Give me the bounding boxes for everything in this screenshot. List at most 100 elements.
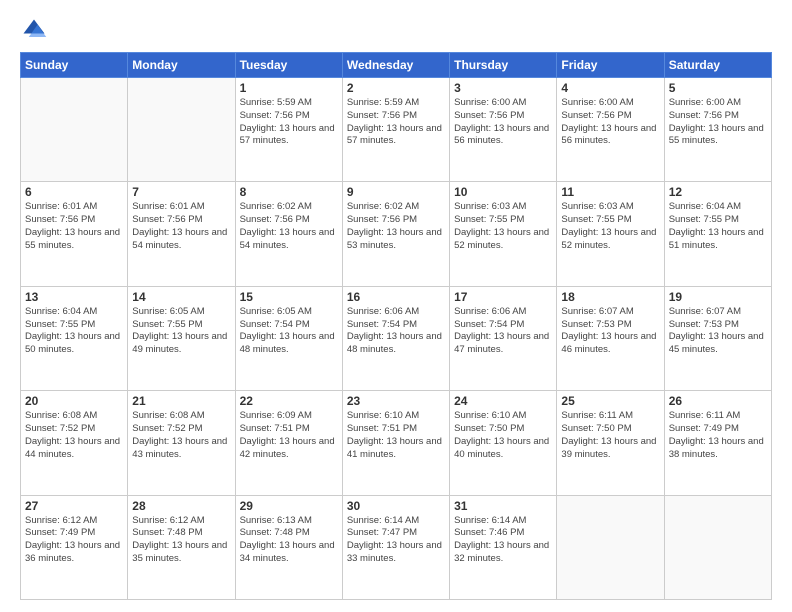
day-number: 27 [25, 499, 123, 513]
day-detail: Sunrise: 6:00 AM Sunset: 7:56 PM Dayligh… [561, 97, 659, 148]
calendar-cell: 18 Sunrise: 6:07 AM Sunset: 7:53 PM Dayli… [557, 286, 664, 390]
day-number: 21 [132, 394, 230, 408]
calendar-cell: 6 Sunrise: 6:01 AM Sunset: 7:56 PM Daylig… [21, 182, 128, 286]
day-number: 29 [240, 499, 338, 513]
day-number: 8 [240, 185, 338, 199]
day-number: 31 [454, 499, 552, 513]
day-detail: Sunrise: 6:10 AM Sunset: 7:51 PM Dayligh… [347, 410, 445, 461]
calendar-cell: 13Sunrise: 6:04 AM Sunset: 7:55 PM Dayli… [21, 286, 128, 390]
logo-icon [20, 16, 48, 44]
day-number: 12 [669, 185, 767, 199]
calendar-cell [664, 495, 771, 599]
weekday-header: Thursday [450, 53, 557, 78]
calendar-cell: 14Sunrise: 6:05 AM Sunset: 7:55 PM Dayli… [128, 286, 235, 390]
calendar-cell: 30 Sunrise: 6:14 AM Sunset: 7:47 PM Dayli… [342, 495, 449, 599]
day-detail: Sunrise: 6:12 AM Sunset: 7:48 PM Dayligh… [132, 515, 230, 566]
weekday-header: Saturday [664, 53, 771, 78]
day-number: 17 [454, 290, 552, 304]
logo [20, 16, 52, 44]
calendar-cell: 8 Sunrise: 6:02 AM Sunset: 7:56 PM Daylig… [235, 182, 342, 286]
day-number: 1 [240, 81, 338, 95]
calendar-week-row: 6 Sunrise: 6:01 AM Sunset: 7:56 PM Daylig… [21, 182, 772, 286]
day-detail: Sunrise: 6:08 AM Sunset: 7:52 PM Dayligh… [132, 410, 230, 461]
calendar-cell: 12 Sunrise: 6:04 AM Sunset: 7:55 PM Dayli… [664, 182, 771, 286]
calendar-cell: 5 Sunrise: 6:00 AM Sunset: 7:56 PM Daylig… [664, 78, 771, 182]
day-detail: Sunrise: 5:59 AM Sunset: 7:56 PM Dayligh… [347, 97, 445, 148]
page: SundayMondayTuesdayWednesdayThursdayFrid… [0, 0, 792, 612]
day-number: 13 [25, 290, 123, 304]
day-number: 19 [669, 290, 767, 304]
day-number: 16 [347, 290, 445, 304]
weekday-header: Friday [557, 53, 664, 78]
calendar-cell [128, 78, 235, 182]
day-number: 23 [347, 394, 445, 408]
calendar-cell: 25 Sunrise: 6:11 AM Sunset: 7:50 PM Dayli… [557, 391, 664, 495]
calendar-cell: 4 Sunrise: 6:00 AM Sunset: 7:56 PM Daylig… [557, 78, 664, 182]
day-number: 5 [669, 81, 767, 95]
day-number: 15 [240, 290, 338, 304]
day-detail: Sunrise: 6:02 AM Sunset: 7:56 PM Dayligh… [240, 201, 338, 252]
day-detail: Sunrise: 6:05 AM Sunset: 7:54 PM Dayligh… [240, 306, 338, 357]
calendar-cell: 10Sunrise: 6:03 AM Sunset: 7:55 PM Dayli… [450, 182, 557, 286]
day-detail: Sunrise: 6:11 AM Sunset: 7:50 PM Dayligh… [561, 410, 659, 461]
calendar-cell: 26 Sunrise: 6:11 AM Sunset: 7:49 PM Dayli… [664, 391, 771, 495]
header [20, 16, 772, 44]
day-detail: Sunrise: 6:03 AM Sunset: 7:55 PM Dayligh… [454, 201, 552, 252]
calendar-cell: 15 Sunrise: 6:05 AM Sunset: 7:54 PM Dayli… [235, 286, 342, 390]
calendar-cell: 22 Sunrise: 6:09 AM Sunset: 7:51 PM Dayli… [235, 391, 342, 495]
weekday-header: Sunday [21, 53, 128, 78]
weekday-header: Monday [128, 53, 235, 78]
calendar-cell [557, 495, 664, 599]
day-detail: Sunrise: 6:10 AM Sunset: 7:50 PM Dayligh… [454, 410, 552, 461]
calendar-week-row: 13Sunrise: 6:04 AM Sunset: 7:55 PM Dayli… [21, 286, 772, 390]
day-number: 22 [240, 394, 338, 408]
day-detail: Sunrise: 6:13 AM Sunset: 7:48 PM Dayligh… [240, 515, 338, 566]
day-number: 6 [25, 185, 123, 199]
day-number: 7 [132, 185, 230, 199]
calendar-cell: 27Sunrise: 6:12 AM Sunset: 7:49 PM Dayli… [21, 495, 128, 599]
day-detail: Sunrise: 6:01 AM Sunset: 7:56 PM Dayligh… [132, 201, 230, 252]
day-number: 30 [347, 499, 445, 513]
weekday-header-row: SundayMondayTuesdayWednesdayThursdayFrid… [21, 53, 772, 78]
day-detail: Sunrise: 6:14 AM Sunset: 7:46 PM Dayligh… [454, 515, 552, 566]
day-number: 9 [347, 185, 445, 199]
weekday-header: Tuesday [235, 53, 342, 78]
day-number: 4 [561, 81, 659, 95]
day-detail: Sunrise: 6:00 AM Sunset: 7:56 PM Dayligh… [669, 97, 767, 148]
day-detail: Sunrise: 6:03 AM Sunset: 7:55 PM Dayligh… [561, 201, 659, 252]
calendar-cell: 29 Sunrise: 6:13 AM Sunset: 7:48 PM Dayli… [235, 495, 342, 599]
day-detail: Sunrise: 6:07 AM Sunset: 7:53 PM Dayligh… [561, 306, 659, 357]
day-number: 3 [454, 81, 552, 95]
calendar-week-row: 27Sunrise: 6:12 AM Sunset: 7:49 PM Dayli… [21, 495, 772, 599]
calendar-cell: 11 Sunrise: 6:03 AM Sunset: 7:55 PM Dayli… [557, 182, 664, 286]
calendar-cell: 3 Sunrise: 6:00 AM Sunset: 7:56 PM Daylig… [450, 78, 557, 182]
day-detail: Sunrise: 6:06 AM Sunset: 7:54 PM Dayligh… [454, 306, 552, 357]
calendar-cell: 2 Sunrise: 5:59 AM Sunset: 7:56 PM Daylig… [342, 78, 449, 182]
day-number: 26 [669, 394, 767, 408]
day-detail: Sunrise: 6:09 AM Sunset: 7:51 PM Dayligh… [240, 410, 338, 461]
day-detail: Sunrise: 6:02 AM Sunset: 7:56 PM Dayligh… [347, 201, 445, 252]
day-detail: Sunrise: 6:05 AM Sunset: 7:55 PM Dayligh… [132, 306, 230, 357]
day-detail: Sunrise: 6:00 AM Sunset: 7:56 PM Dayligh… [454, 97, 552, 148]
day-detail: Sunrise: 6:06 AM Sunset: 7:54 PM Dayligh… [347, 306, 445, 357]
day-number: 28 [132, 499, 230, 513]
calendar-cell: 28 Sunrise: 6:12 AM Sunset: 7:48 PM Dayli… [128, 495, 235, 599]
calendar-cell: 16 Sunrise: 6:06 AM Sunset: 7:54 PM Dayli… [342, 286, 449, 390]
day-detail: Sunrise: 6:04 AM Sunset: 7:55 PM Dayligh… [669, 201, 767, 252]
calendar-cell: 17 Sunrise: 6:06 AM Sunset: 7:54 PM Dayli… [450, 286, 557, 390]
calendar-cell: 9 Sunrise: 6:02 AM Sunset: 7:56 PM Daylig… [342, 182, 449, 286]
day-number: 24 [454, 394, 552, 408]
day-number: 25 [561, 394, 659, 408]
day-number: 18 [561, 290, 659, 304]
calendar-cell: 1Sunrise: 5:59 AM Sunset: 7:56 PM Daylig… [235, 78, 342, 182]
day-detail: Sunrise: 6:11 AM Sunset: 7:49 PM Dayligh… [669, 410, 767, 461]
day-detail: Sunrise: 6:07 AM Sunset: 7:53 PM Dayligh… [669, 306, 767, 357]
calendar-cell: 23 Sunrise: 6:10 AM Sunset: 7:51 PM Dayli… [342, 391, 449, 495]
calendar-cell: 21 Sunrise: 6:08 AM Sunset: 7:52 PM Dayli… [128, 391, 235, 495]
day-detail: Sunrise: 6:14 AM Sunset: 7:47 PM Dayligh… [347, 515, 445, 566]
day-number: 20 [25, 394, 123, 408]
day-number: 2 [347, 81, 445, 95]
day-detail: Sunrise: 6:01 AM Sunset: 7:56 PM Dayligh… [25, 201, 123, 252]
calendar-cell: 7 Sunrise: 6:01 AM Sunset: 7:56 PM Daylig… [128, 182, 235, 286]
day-number: 11 [561, 185, 659, 199]
